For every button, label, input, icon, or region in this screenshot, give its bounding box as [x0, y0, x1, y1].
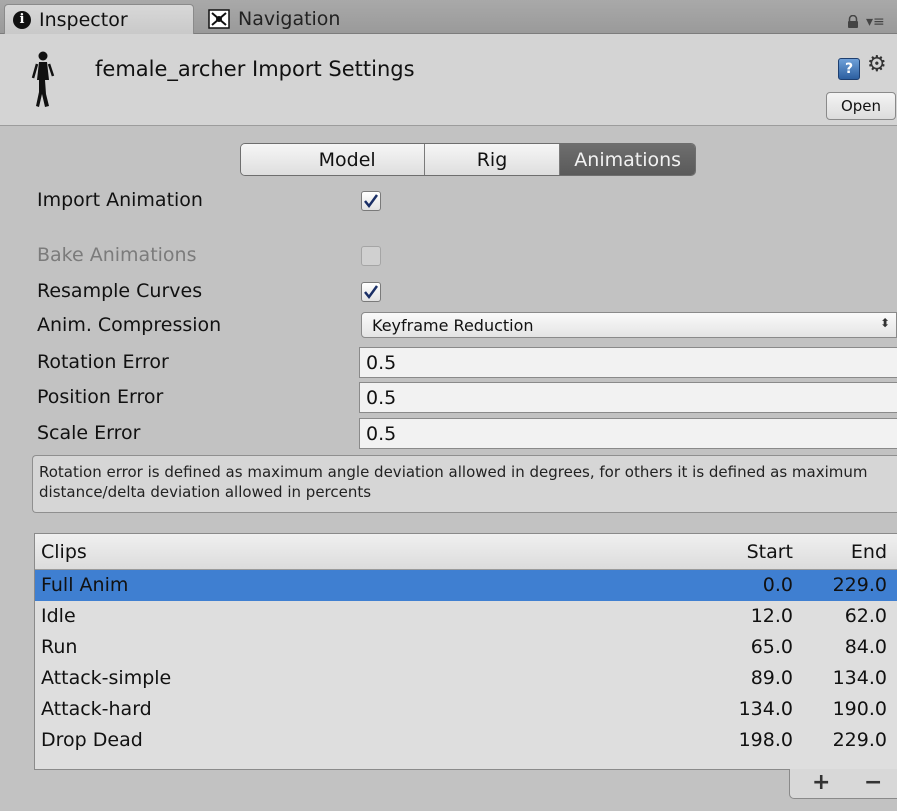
- checkmark-icon: [364, 194, 379, 209]
- scale-error-field[interactable]: 0.5: [359, 418, 897, 449]
- clip-end: 62.0: [844, 605, 887, 627]
- add-remove-footer: + −: [789, 769, 897, 799]
- rotation-error-field[interactable]: 0.5: [359, 347, 897, 378]
- scale-error-label: Scale Error: [37, 422, 141, 444]
- clip-end: 190.0: [832, 698, 887, 720]
- start-column-header: Start: [746, 541, 793, 563]
- import-animation-checkbox[interactable]: [361, 191, 381, 211]
- add-clip-button[interactable]: +: [812, 770, 830, 795]
- clip-start: 198.0: [738, 729, 793, 751]
- tab-navigation-label: Navigation: [238, 8, 341, 30]
- remove-clip-button[interactable]: −: [864, 770, 882, 795]
- tab-bar: i Inspector Navigation ▾≡: [0, 0, 897, 34]
- checkmark-icon: [364, 285, 379, 300]
- tab-model[interactable]: Model: [241, 144, 424, 175]
- clip-end: 229.0: [832, 574, 887, 596]
- clip-name: Full Anim: [41, 574, 129, 596]
- tab-rig[interactable]: Rig: [423, 144, 560, 175]
- clip-name: Attack-hard: [41, 698, 152, 720]
- tab-animations[interactable]: Animations: [559, 144, 695, 175]
- clip-start: 65.0: [750, 636, 793, 658]
- bake-animations-label: Bake Animations: [37, 244, 197, 266]
- clips-column-header: Clips: [41, 541, 87, 563]
- lock-icon[interactable]: [846, 14, 860, 28]
- clip-start: 0.0: [762, 574, 793, 596]
- rotation-error-label: Rotation Error: [37, 351, 169, 373]
- model-figure-icon: [30, 50, 56, 110]
- info-icon: i: [13, 10, 31, 29]
- updown-arrows-icon: ⬍: [879, 316, 890, 330]
- end-column-header: End: [850, 541, 887, 563]
- tab-inspector-label: Inspector: [39, 8, 128, 31]
- position-error-label: Position Error: [37, 386, 164, 408]
- clip-row[interactable]: Attack-hard 134.0 190.0: [35, 694, 897, 725]
- clip-row[interactable]: Drop Dead 198.0 229.0: [35, 725, 897, 756]
- help-icon[interactable]: ?: [838, 58, 860, 80]
- clip-end: 229.0: [832, 729, 887, 751]
- import-animation-label: Import Animation: [37, 189, 203, 211]
- gear-icon[interactable]: ⚙: [867, 52, 887, 77]
- anim-compression-value: Keyframe Reduction: [372, 315, 534, 335]
- clip-row[interactable]: Idle 12.0 62.0: [35, 601, 897, 632]
- page-title: female_archer Import Settings: [95, 57, 415, 81]
- resample-curves-checkbox[interactable]: [361, 282, 381, 302]
- bake-animations-checkbox[interactable]: [361, 246, 381, 266]
- clip-name: Idle: [41, 605, 76, 627]
- help-box: Rotation error is defined as maximum ang…: [32, 455, 897, 513]
- anim-compression-label: Anim. Compression: [37, 314, 222, 336]
- tab-navigation[interactable]: Navigation: [200, 4, 400, 34]
- import-mode-tabs: Model Rig Animations: [240, 143, 696, 176]
- panel-menu-icon[interactable]: ▾≡: [866, 14, 885, 30]
- open-button[interactable]: Open: [826, 92, 896, 120]
- clip-end: 84.0: [844, 636, 887, 658]
- tab-inspector[interactable]: i Inspector: [4, 4, 194, 34]
- clip-start: 89.0: [750, 667, 793, 689]
- clip-start: 12.0: [750, 605, 793, 627]
- clips-header: Clips Start End: [35, 534, 897, 570]
- resample-curves-label: Resample Curves: [37, 280, 203, 302]
- clip-row[interactable]: Attack-simple 89.0 134.0: [35, 663, 897, 694]
- clip-start: 134.0: [738, 698, 793, 720]
- anim-compression-select[interactable]: Keyframe Reduction ⬍: [361, 312, 897, 338]
- clip-name: Drop Dead: [41, 729, 143, 751]
- clip-name: Run: [41, 636, 78, 658]
- clip-row[interactable]: Full Anim 0.0 229.0: [35, 570, 897, 601]
- clip-row[interactable]: Run 65.0 84.0: [35, 632, 897, 663]
- clips-list: Clips Start End Full Anim 0.0 229.0 Idle…: [34, 533, 897, 770]
- position-error-field[interactable]: 0.5: [359, 382, 897, 413]
- clip-name: Attack-simple: [41, 667, 172, 689]
- clip-end: 134.0: [832, 667, 887, 689]
- navigation-icon: [208, 9, 230, 29]
